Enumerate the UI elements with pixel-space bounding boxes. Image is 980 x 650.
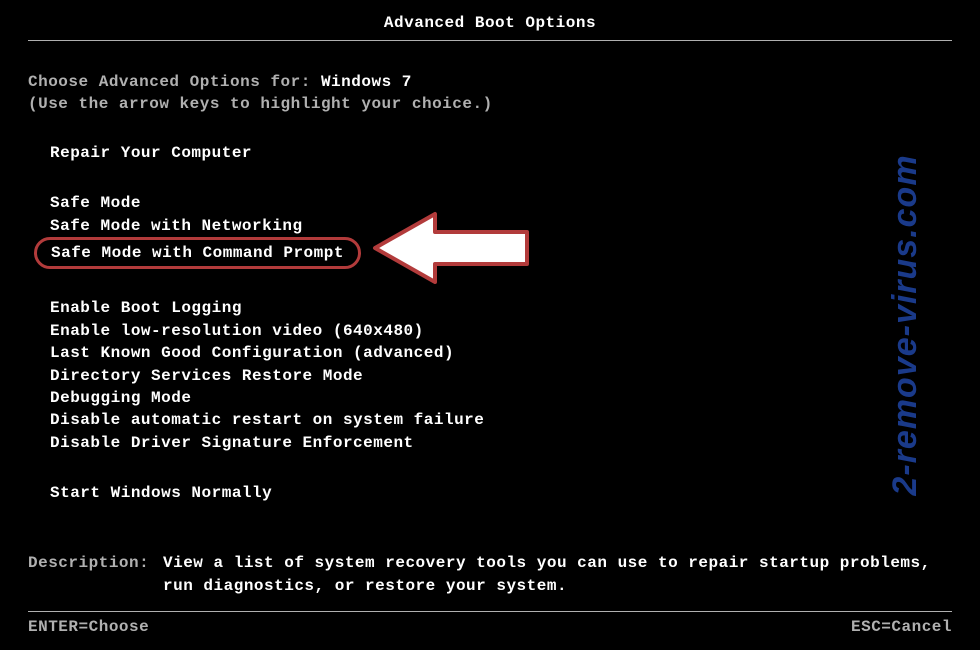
hint-text: (Use the arrow keys to highlight your ch…: [28, 93, 952, 115]
bottom-divider: [28, 611, 952, 612]
footer-enter-hint: ENTER=Choose: [28, 618, 149, 636]
description-text: View a list of system recovery tools you…: [163, 552, 952, 597]
option-safe-mode[interactable]: Safe Mode: [50, 192, 952, 214]
top-divider: [28, 40, 952, 41]
option-last-known-good[interactable]: Last Known Good Configuration (advanced): [50, 342, 952, 364]
description-label: Description:: [28, 552, 163, 597]
option-disable-auto-restart[interactable]: Disable automatic restart on system fail…: [50, 409, 952, 431]
option-disable-driver-sig[interactable]: Disable Driver Signature Enforcement: [50, 432, 952, 454]
option-ds-restore[interactable]: Directory Services Restore Mode: [50, 365, 952, 387]
footer-esc-hint: ESC=Cancel: [851, 618, 952, 636]
option-start-normally[interactable]: Start Windows Normally: [50, 482, 952, 504]
option-low-res-video[interactable]: Enable low-resolution video (640x480): [50, 320, 952, 342]
option-enable-boot-logging[interactable]: Enable Boot Logging: [50, 297, 952, 319]
page-title: Advanced Boot Options: [28, 14, 952, 40]
option-debugging-mode[interactable]: Debugging Mode: [50, 387, 952, 409]
option-safe-mode-cmd[interactable]: Safe Mode with Command Prompt: [34, 237, 361, 269]
watermark-text: 2-remove-virus.com: [886, 154, 925, 495]
os-name: Windows 7: [321, 73, 412, 91]
option-safe-mode-networking[interactable]: Safe Mode with Networking: [50, 215, 952, 237]
choose-label: Choose Advanced Options for:: [28, 73, 311, 91]
option-repair-computer[interactable]: Repair Your Computer: [50, 142, 952, 164]
